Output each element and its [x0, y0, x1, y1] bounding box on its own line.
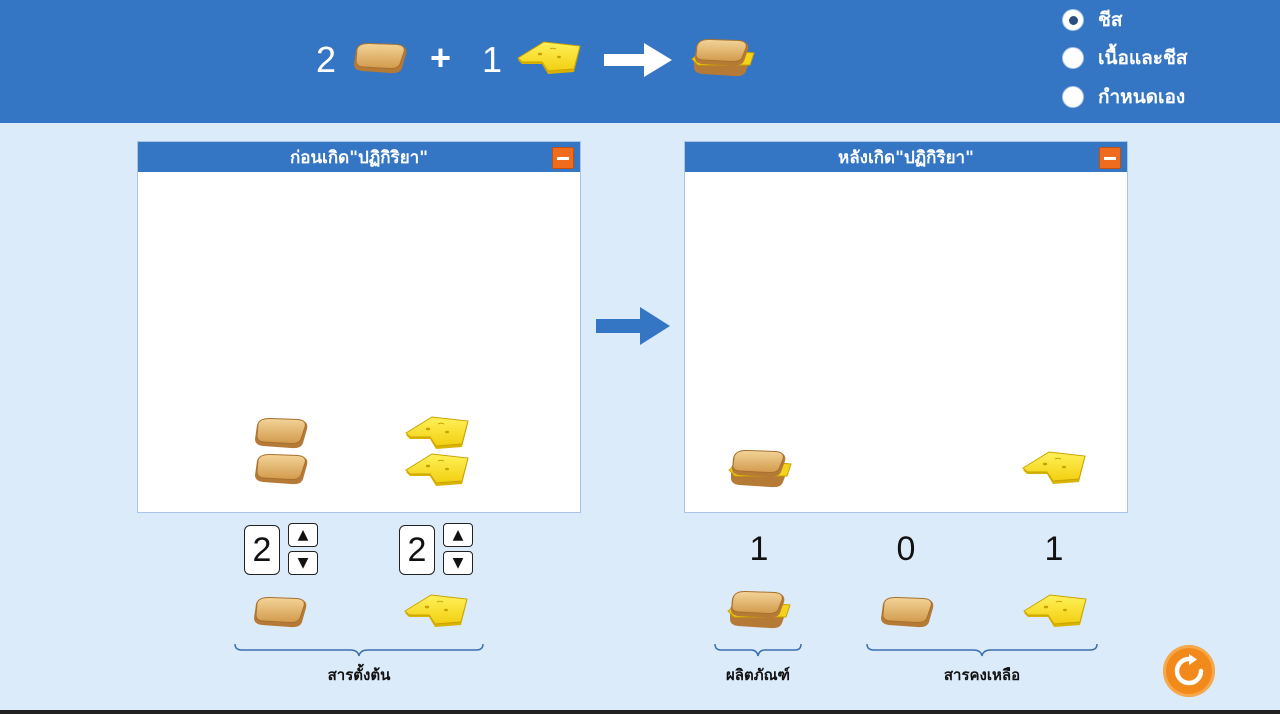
cheese-increase-button[interactable]: ▲: [443, 523, 473, 547]
bread-left-count: 0: [896, 530, 916, 568]
arrow-up-icon: ▲: [452, 527, 464, 543]
sandwich-icon: [724, 587, 794, 631]
cheese-slice-icon: [514, 40, 584, 76]
minimize-button[interactable]: [552, 147, 574, 169]
before-reaction-panel: ก่อนเกิด"ปฏิกิริยา": [137, 141, 581, 513]
reset-icon: [1174, 654, 1204, 686]
after-reaction-panel: หลังเกิด"ปฏิกิริยา": [684, 141, 1128, 513]
arrow-down-icon: ▼: [297, 555, 309, 571]
arrow-up-icon: ▲: [297, 527, 309, 543]
leftover-brace: [866, 643, 1098, 657]
bread-increase-button[interactable]: ▲: [288, 523, 318, 547]
bread-slice-icon: [250, 415, 312, 451]
bread-slice-icon: [250, 451, 312, 487]
equation-bread-count: 2: [316, 39, 337, 80]
equation-cheese-count: 1: [482, 39, 503, 80]
option-meat-cheese-radio[interactable]: เนื้อและชีส: [1062, 45, 1187, 71]
arrow-right-icon: [596, 307, 670, 345]
panel-title: หลังเกิด"ปฏิกิริยา": [685, 142, 1127, 172]
cheese-slice-icon: [402, 415, 472, 451]
option-label: เนื้อและชีส: [1098, 47, 1188, 69]
arrow-down-icon: ▼: [452, 555, 464, 571]
option-label: กำหนดเอง: [1098, 86, 1186, 108]
radio-selected-dot: [1068, 15, 1078, 25]
reset-button[interactable]: [1163, 645, 1215, 697]
bread-slice-icon: [249, 594, 311, 630]
reactants-label: สารตั้งต้น: [327, 666, 391, 684]
minimize-icon: [1104, 156, 1116, 160]
bottom-border: [0, 710, 1280, 714]
bread-slice-icon: [876, 594, 938, 630]
minimize-icon: [557, 156, 569, 160]
cheese-slice-icon: [401, 593, 471, 629]
option-label: ชีส: [1098, 9, 1123, 31]
cheese-slice-icon: [402, 452, 472, 488]
option-custom-radio[interactable]: กำหนดเอง: [1062, 84, 1185, 110]
minimize-button[interactable]: [1099, 147, 1121, 169]
equation-plus: +: [430, 37, 452, 78]
sandwich-icon: [688, 35, 758, 79]
bread-count-display: 2: [244, 525, 280, 575]
radio-button[interactable]: [1062, 9, 1084, 31]
sandwich-icon: [725, 446, 795, 490]
cheese-decrease-button[interactable]: ▼: [443, 551, 473, 575]
radio-button[interactable]: [1062, 47, 1084, 69]
product-brace: [714, 643, 802, 657]
leftover-label: สารคงเหลือ: [943, 666, 1021, 684]
bread-decrease-button[interactable]: ▼: [288, 551, 318, 575]
cheese-left-count: 1: [1044, 530, 1064, 568]
arrow-right-icon: [604, 43, 672, 77]
option-cheese-radio[interactable]: ชีส: [1062, 7, 1123, 33]
sandwich-count: 1: [749, 530, 769, 568]
product-label: ผลิตภัณฑ์: [726, 666, 790, 684]
cheese-slice-icon: [1019, 450, 1089, 486]
reactants-brace: [234, 643, 484, 657]
cheese-count-display: 2: [399, 525, 435, 575]
panel-title: ก่อนเกิด"ปฏิกิริยา": [138, 142, 580, 172]
radio-button[interactable]: [1062, 86, 1084, 108]
bread-slice-icon: [350, 40, 410, 76]
cheese-slice-icon: [1020, 593, 1090, 629]
